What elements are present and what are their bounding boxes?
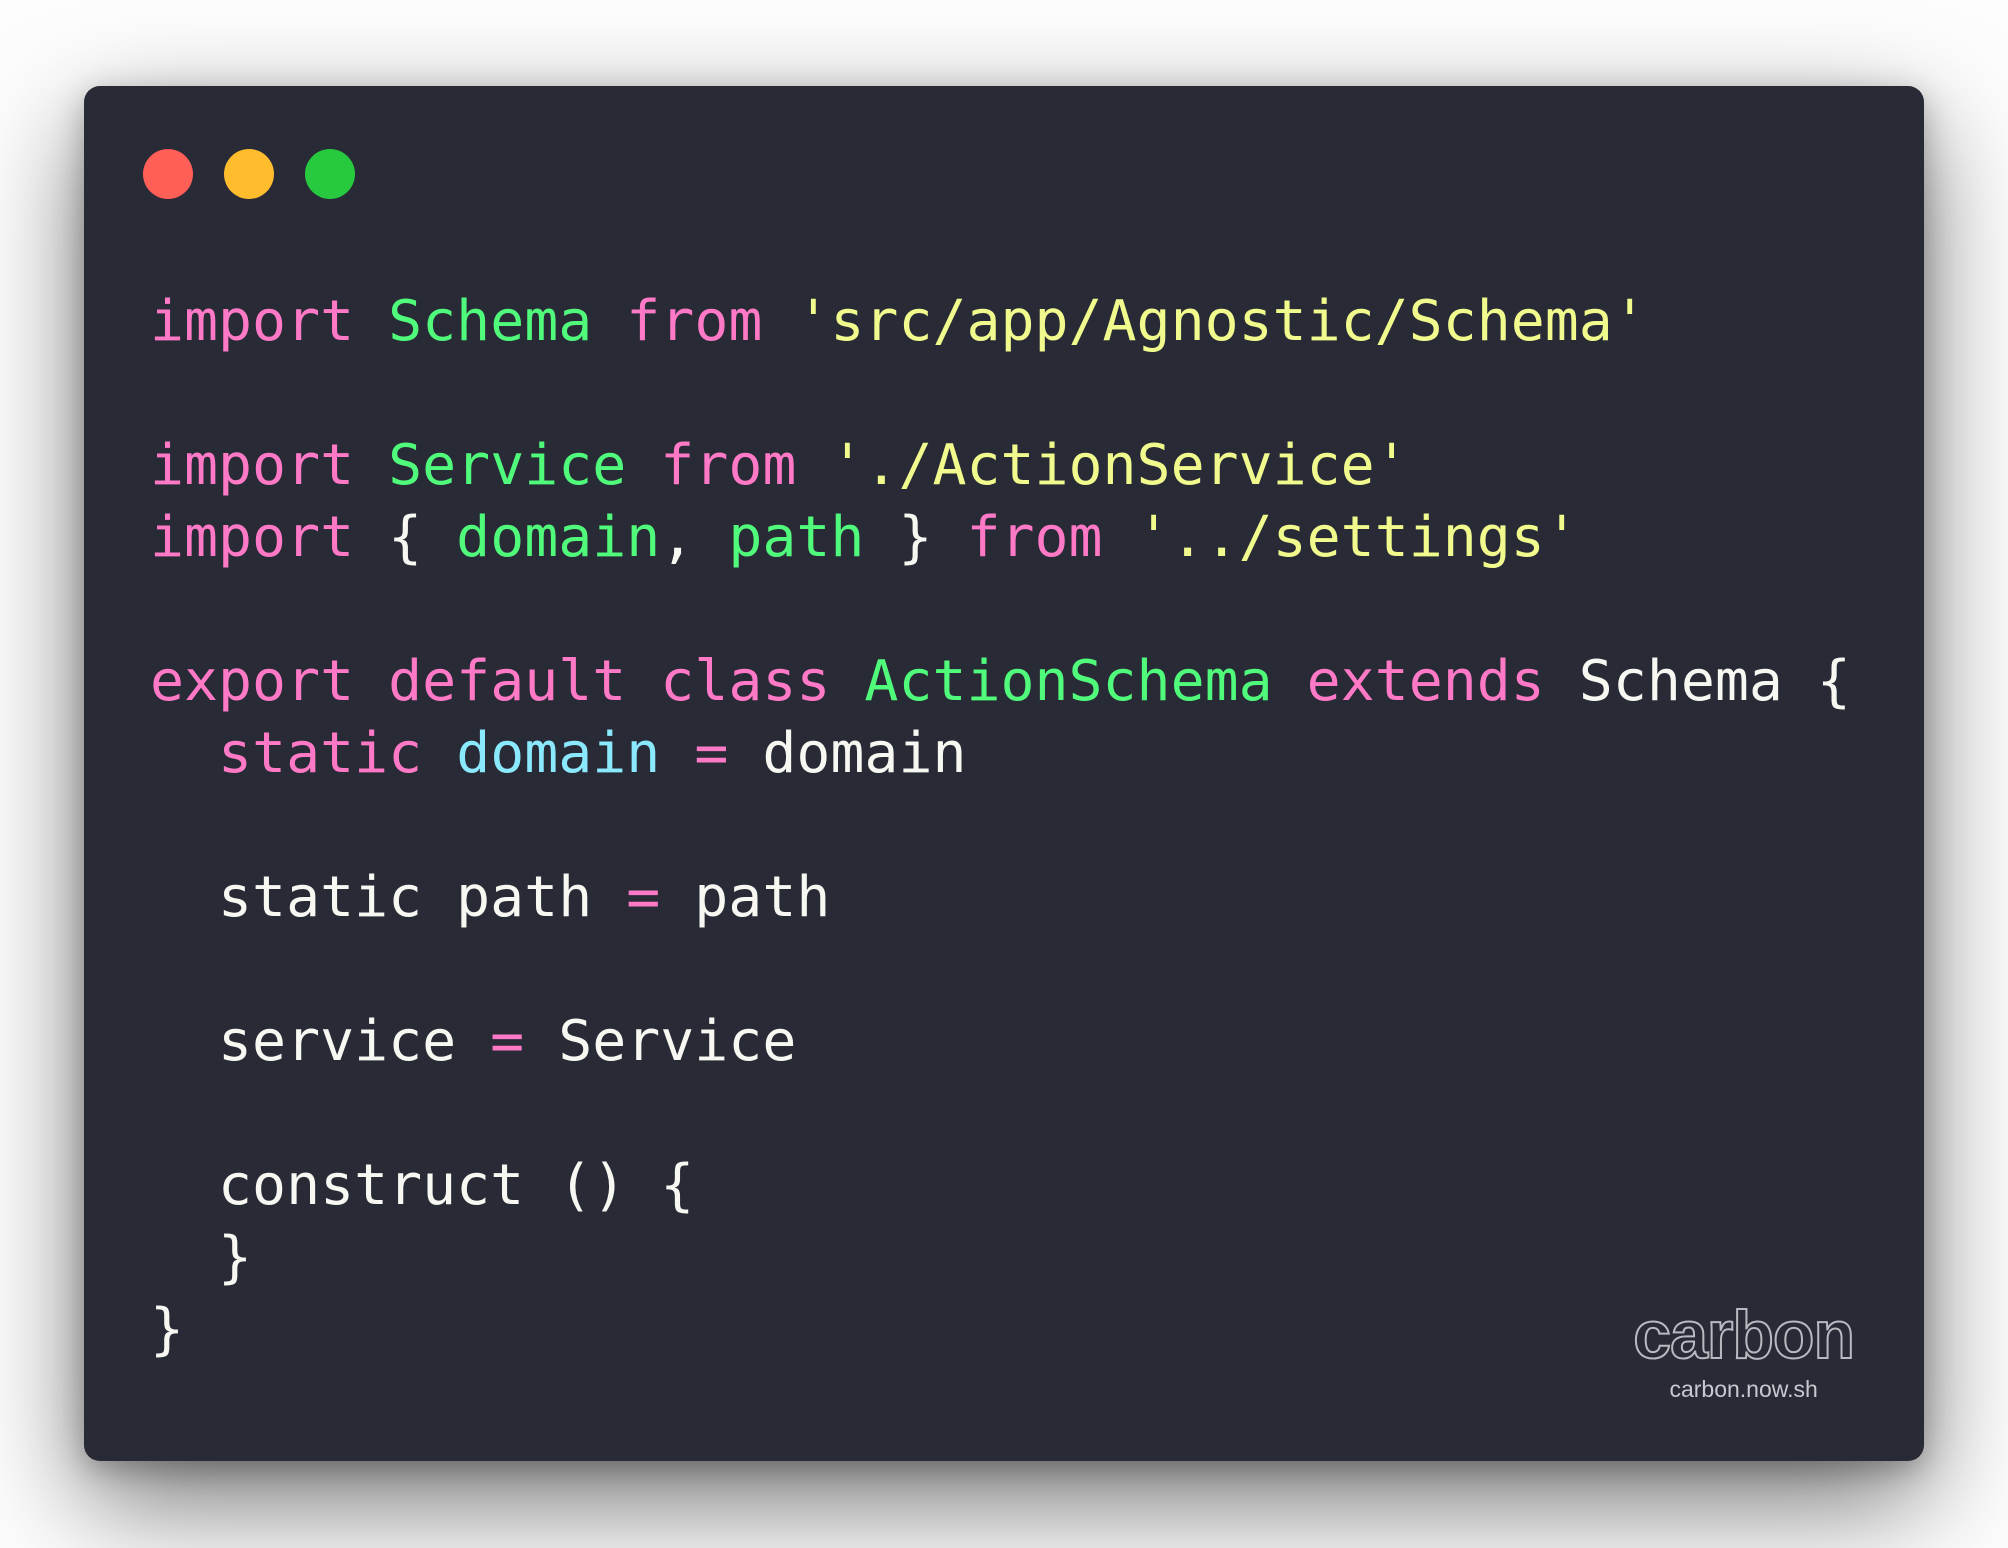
code-token: { — [354, 505, 457, 570]
code-line: import Service from './ActionService' — [150, 430, 1851, 502]
close-dot-icon[interactable] — [143, 149, 193, 199]
code-window: import Schema from 'src/app/Agnostic/Sch… — [84, 86, 1924, 1461]
code-token: import — [150, 289, 355, 354]
code-token: 'src/app/Agnostic/Schema' — [796, 289, 1647, 354]
minimize-dot-icon[interactable] — [224, 149, 274, 199]
code-line: import { domain, path } from '../setting… — [150, 502, 1851, 574]
code-token: } — [150, 1297, 185, 1362]
carbon-logo: carbon — [1632, 1297, 1856, 1373]
code-token: = — [490, 1009, 525, 1074]
code-token: import — [150, 433, 355, 498]
code-token: Service — [388, 433, 627, 498]
code-token: Service — [524, 1009, 797, 1074]
code-token: domain — [456, 721, 661, 786]
code-token: Schema { — [1544, 649, 1851, 714]
code-line: service = Service — [150, 1006, 1851, 1078]
code-token: construct () { — [150, 1153, 695, 1218]
background-canvas: import Schema from 'src/app/Agnostic/Sch… — [0, 0, 2008, 1548]
code-token: static path — [150, 865, 627, 930]
code-line: construct () { — [150, 1150, 1851, 1222]
code-token: default — [388, 649, 627, 714]
code-line: static path = path — [150, 862, 1851, 934]
code-token: '../settings' — [1136, 505, 1579, 570]
code-token: extends — [1306, 649, 1545, 714]
window-controls — [143, 149, 355, 199]
code-token: path — [660, 865, 831, 930]
code-line: } — [150, 1294, 1851, 1366]
carbon-watermark: carbon carbon.now.sh — [1632, 1297, 1856, 1403]
maximize-dot-icon[interactable] — [305, 149, 355, 199]
code-token: domain — [728, 721, 967, 786]
code-token: from — [626, 289, 763, 354]
code-block: import Schema from 'src/app/Agnostic/Sch… — [150, 286, 1851, 1366]
code-line: export default class ActionSchema extend… — [150, 646, 1851, 718]
code-token: class — [660, 649, 831, 714]
code-token: from — [966, 505, 1103, 570]
code-token: domain — [456, 505, 661, 570]
carbon-url: carbon.now.sh — [1669, 1376, 1818, 1402]
code-token: = — [626, 865, 661, 930]
code-token: } — [150, 1225, 253, 1290]
code-line: import Schema from 'src/app/Agnostic/Sch… — [150, 286, 1851, 358]
code-line: } — [150, 1222, 1851, 1294]
code-line: static domain = domain — [150, 718, 1851, 790]
code-token: , — [660, 505, 729, 570]
code-token: import — [150, 505, 355, 570]
code-token: service — [150, 1009, 491, 1074]
code-token: static — [218, 721, 423, 786]
code-token: ActionSchema — [864, 649, 1273, 714]
code-token: } — [864, 505, 967, 570]
code-token: from — [660, 433, 797, 498]
code-token: './ActionService' — [830, 433, 1409, 498]
code-token: export — [150, 649, 355, 714]
code-token: Schema — [388, 289, 593, 354]
code-token: path — [728, 505, 865, 570]
code-token: = — [694, 721, 729, 786]
